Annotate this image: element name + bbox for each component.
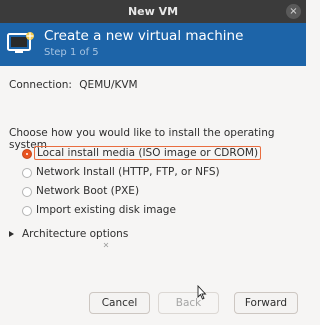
virtual-machine-icon [7,32,34,53]
radio-label[interactable]: Local install media (ISO image or CDROM) [34,146,262,160]
radio-label[interactable]: Network Install (HTTP, FTP, or NFS) [36,166,220,178]
radio-label[interactable]: Import existing disk image [36,204,176,216]
back-button[interactable]: Back [158,292,219,314]
install-method-options: Local install media (ISO image or CDROM)… [22,145,262,221]
mouse-pointer-icon [197,285,207,300]
cancel-button[interactable]: Cancel [89,292,150,314]
radio-unselected-icon[interactable] [22,168,32,178]
architecture-options-expander[interactable]: Architecture options [9,228,128,240]
wizard-title: Create a new virtual machine [44,28,244,44]
radio-unselected-icon[interactable] [22,187,32,197]
window-titlebar: New VM × [0,0,306,23]
radio-unselected-icon[interactable] [22,206,32,216]
wizard-step: Step 1 of 5 [44,47,99,58]
connection-row: Connection: QEMU/KVM [9,79,138,91]
window-title: New VM [127,5,179,18]
radio-network-boot[interactable]: Network Boot (PXE) [22,183,261,202]
radio-import-disk-image[interactable]: Import existing disk image [22,202,261,221]
radio-local-install-media[interactable]: Local install media (ISO image or CDROM) [22,145,262,164]
radio-label[interactable]: Network Boot (PXE) [36,185,139,197]
busy-cursor-icon [103,242,109,248]
wizard-header: Create a new virtual machine Step 1 of 5 [0,23,306,66]
forward-button[interactable]: Forward [234,292,298,314]
close-icon[interactable]: × [286,4,301,19]
connection-value: QEMU/KVM [79,79,138,91]
expander-label[interactable]: Architecture options [22,228,128,240]
radio-network-install[interactable]: Network Install (HTTP, FTP, or NFS) [22,164,261,183]
connection-label: Connection: [9,79,72,91]
radio-selected-icon[interactable] [22,149,32,159]
expander-arrow-icon[interactable] [9,231,14,237]
